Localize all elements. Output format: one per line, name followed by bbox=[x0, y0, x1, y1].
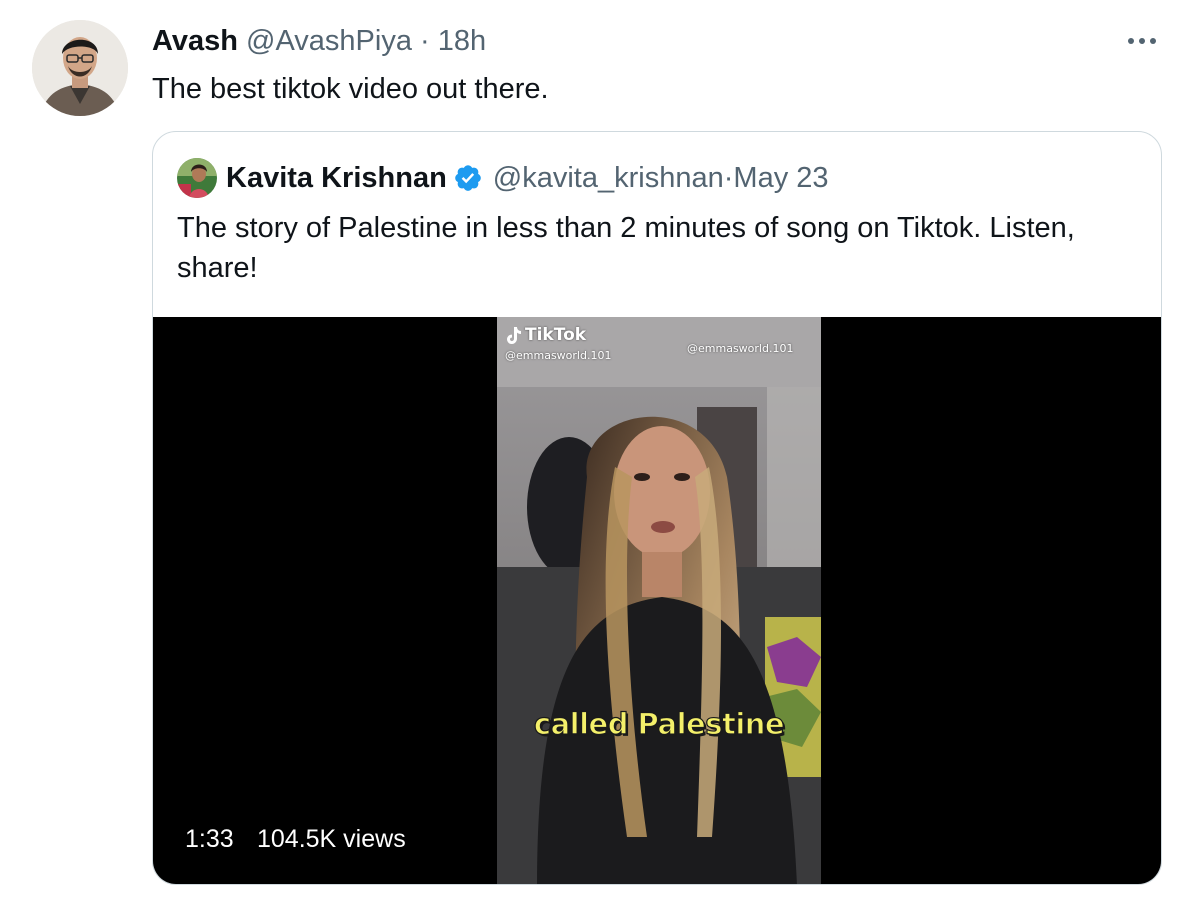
tweet-header: Avash @AvashPiya · 18h bbox=[152, 22, 486, 60]
tweet-time[interactable]: 18h bbox=[438, 25, 486, 57]
verified-badge-icon bbox=[453, 163, 483, 193]
tiktok-handle-watermark: @emmasworld.101 bbox=[505, 349, 612, 362]
separator-dot: · bbox=[723, 161, 734, 194]
video-caption: called Palestine bbox=[533, 706, 785, 741]
video-duration: 1:33 bbox=[185, 825, 234, 853]
video-player[interactable]: TikTok @emmasworld.101 @emmasworld.101 c… bbox=[153, 317, 1161, 884]
tweet-text: The best tiktok video out there. bbox=[152, 73, 549, 105]
more-options-button[interactable] bbox=[1125, 24, 1159, 58]
quoted-tweet-header: Kavita Krishnan @kavita_krishnan · May 2… bbox=[177, 158, 829, 198]
quoted-author-avatar bbox=[177, 158, 217, 198]
quoted-tweet-text: The story of Palestine in less than 2 mi… bbox=[177, 212, 1075, 284]
video-frame: TikTok @emmasworld.101 @emmasworld.101 c… bbox=[497, 317, 821, 884]
tiktok-note-icon bbox=[507, 326, 521, 344]
tiktok-handle-watermark: @emmasworld.101 bbox=[687, 342, 794, 355]
video-views: 104.5K views bbox=[257, 825, 406, 853]
tiktok-brand: TikTok bbox=[525, 325, 587, 345]
quoted-tweet-date: May 23 bbox=[733, 161, 829, 194]
author-handle[interactable]: @AvashPiya bbox=[246, 25, 412, 57]
tiktok-watermark: TikTok bbox=[507, 325, 586, 345]
video-thumbnail bbox=[497, 317, 821, 884]
quoted-author-name: Kavita Krishnan bbox=[226, 161, 447, 194]
quoted-tweet-card[interactable]: Kavita Krishnan @kavita_krishnan · May 2… bbox=[152, 131, 1162, 885]
author-name[interactable]: Avash bbox=[152, 25, 238, 57]
quoted-author-handle: @kavita_krishnan bbox=[492, 161, 724, 194]
tweet: Avash @AvashPiya · 18h The best tiktok v… bbox=[0, 0, 1193, 909]
separator-dot: · bbox=[420, 25, 438, 57]
ellipsis-icon bbox=[1128, 38, 1156, 44]
author-avatar[interactable] bbox=[32, 20, 128, 116]
